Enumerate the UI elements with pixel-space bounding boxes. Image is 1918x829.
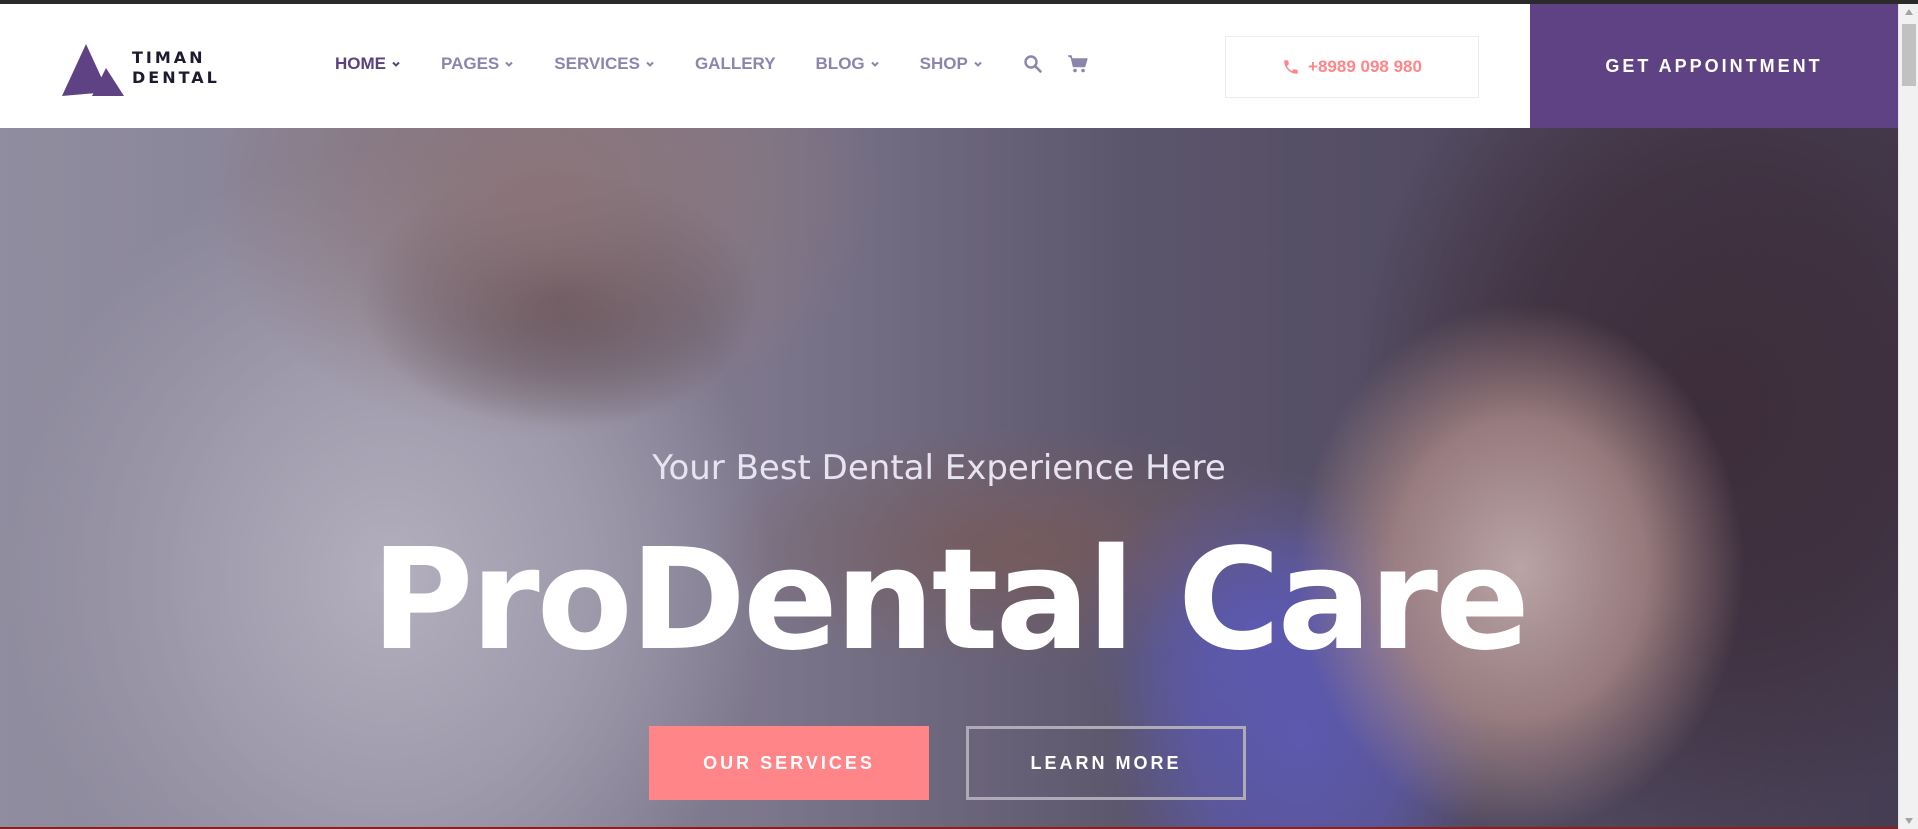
learn-more-button[interactable]: LEARN MORE: [966, 726, 1246, 800]
nav-item-services[interactable]: SERVICES: [554, 54, 655, 74]
get-appointment-button[interactable]: GET APPOINTMENT: [1530, 4, 1898, 128]
brand-logo[interactable]: TIMAN DENTAL: [62, 40, 220, 96]
nav-item-home[interactable]: HOME: [335, 54, 401, 74]
nav-item-gallery[interactable]: GALLERY: [695, 54, 776, 74]
scroll-down-arrow-icon[interactable]: [1899, 813, 1918, 829]
scroll-thumb[interactable]: [1902, 24, 1916, 86]
brand-name: TIMAN DENTAL: [132, 48, 220, 88]
logo-mark-icon: [62, 44, 124, 96]
main-navigation: HOME PAGES SERVICES GALLERY BLOG SHOP: [335, 54, 1113, 74]
chevron-down-icon: [646, 61, 654, 67]
our-services-button[interactable]: OUR SERVICES: [649, 726, 929, 800]
hero-banner: Your Best Dental Experience Here ProDent…: [0, 128, 1898, 829]
nav-item-blog[interactable]: BLOG: [816, 54, 880, 74]
nav-item-label: SERVICES: [554, 54, 640, 73]
phone-contact-button[interactable]: +8989 098 980: [1225, 36, 1479, 98]
nav-item-label: BLOG: [815, 54, 865, 73]
chevron-down-icon: [392, 61, 400, 67]
hero-subtitle: Your Best Dental Experience Here: [652, 448, 1226, 488]
cart-icon[interactable]: [1067, 54, 1089, 74]
chevron-down-icon: [505, 61, 513, 67]
chevron-down-icon: [870, 61, 879, 67]
brand-name-line2: DENTAL: [132, 68, 220, 87]
nav-item-shop[interactable]: SHOP: [920, 54, 983, 74]
nav-item-label: PAGES: [441, 54, 500, 73]
hero-title: ProDental Care: [371, 519, 1530, 682]
chevron-down-icon: [974, 61, 982, 67]
nav-item-pages[interactable]: PAGES: [441, 54, 514, 74]
phone-number: +8989 098 980: [1308, 57, 1422, 76]
page-scrollbar[interactable]: [1898, 4, 1918, 829]
nav-item-label: GALLERY: [694, 54, 776, 73]
search-icon[interactable]: [1023, 54, 1043, 74]
hero-content: Your Best Dental Experience Here ProDent…: [0, 128, 1898, 829]
nav-item-label: SHOP: [919, 54, 968, 73]
phone-icon: [1284, 60, 1298, 74]
scroll-up-arrow-icon[interactable]: [1899, 4, 1918, 20]
brand-name-line1: TIMAN: [132, 48, 206, 67]
nav-item-label: HOME: [335, 54, 386, 73]
